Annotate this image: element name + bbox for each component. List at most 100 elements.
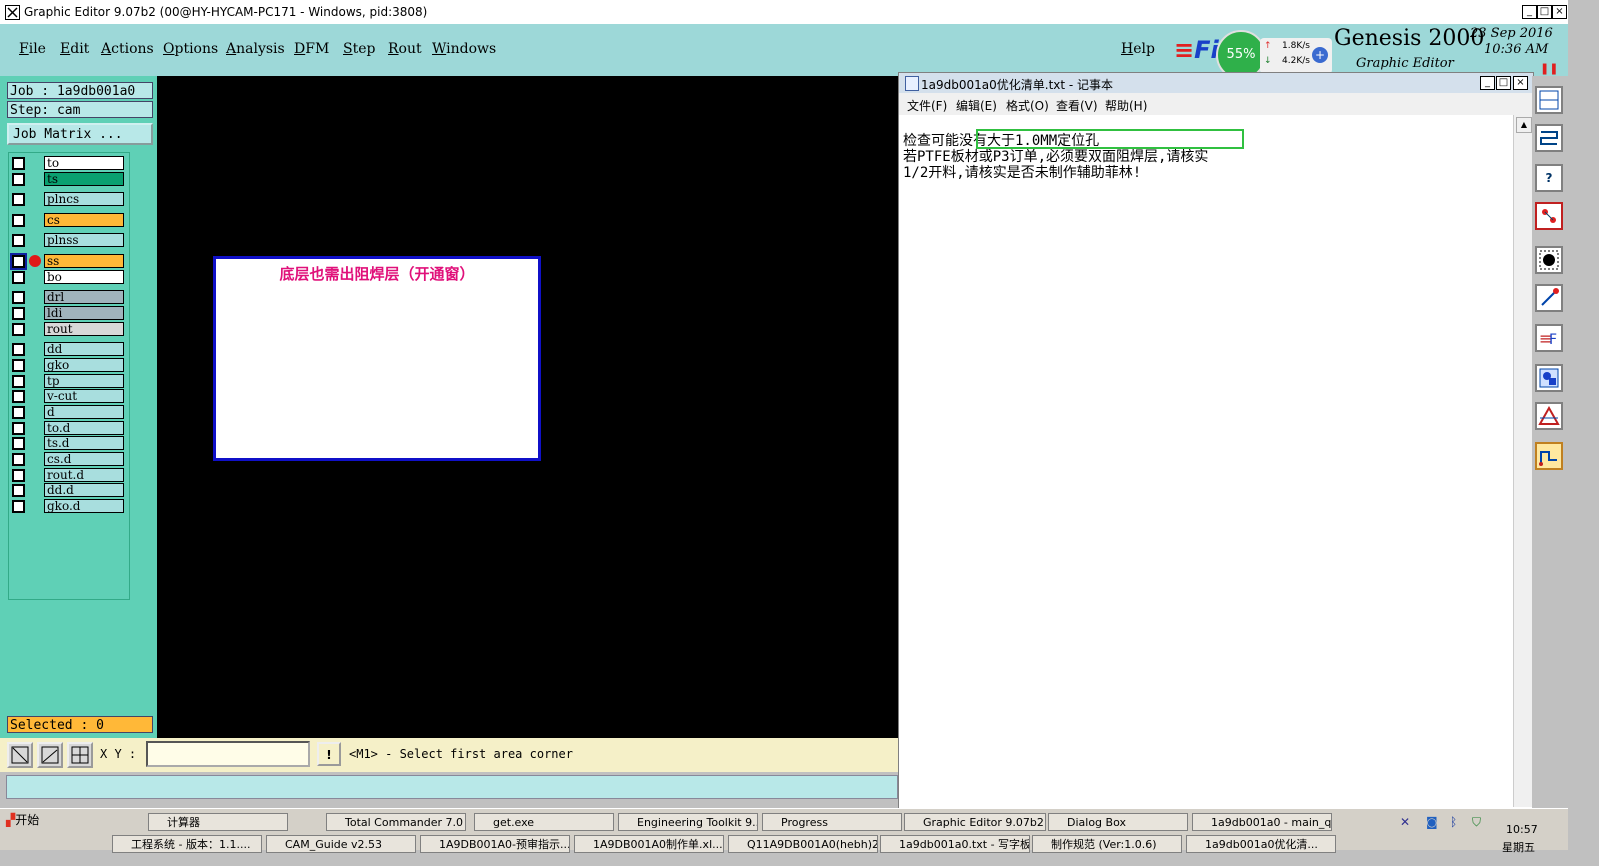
notepad-minimize-button[interactable]: _	[1480, 76, 1495, 90]
pad-icon[interactable]	[1535, 246, 1563, 274]
layout-icon[interactable]	[1535, 86, 1563, 114]
layer-row-gko[interactable]: gko	[12, 358, 125, 372]
layer-row-dd[interactable]: dd	[12, 342, 125, 356]
layer-row-rout-d[interactable]: rout.d	[12, 468, 125, 482]
layer-checkbox[interactable]	[12, 422, 25, 435]
taskbar-button[interactable]: 1A9DB001A0制作单.xl...	[574, 835, 724, 853]
layer-checkbox[interactable]	[12, 343, 25, 356]
layer-checkbox[interactable]	[12, 390, 25, 403]
menu-actions[interactable]: Actions	[101, 41, 154, 57]
notepad-menu-format[interactable]: 格式(O)	[1006, 97, 1049, 114]
layer-name[interactable]: plnss	[44, 233, 124, 247]
layer-name[interactable]: rout.d	[44, 468, 124, 482]
notepad-menu-file[interactable]: 文件(F)	[907, 97, 947, 114]
layer-name[interactable]: ts	[44, 172, 124, 186]
taskbar-button[interactable]: Total Commander 7.0 ...	[326, 813, 466, 831]
pause-icon[interactable]: ❚❚	[1540, 62, 1558, 75]
job-matrix-button[interactable]: Job Matrix ...	[7, 123, 153, 145]
layer-name[interactable]: plncs	[44, 192, 124, 206]
layer-checkbox[interactable]	[10, 253, 27, 270]
notepad-menu-edit[interactable]: 编辑(E)	[956, 97, 997, 114]
layer-name[interactable]: bo	[44, 270, 124, 284]
help-icon[interactable]: ?	[1535, 164, 1563, 192]
layer-row-to[interactable]: to	[12, 156, 125, 170]
layer-name[interactable]: tp	[44, 374, 124, 388]
layer-name[interactable]: to	[44, 156, 124, 170]
taskbar-button[interactable]: 计算器	[148, 813, 288, 831]
layer-checkbox[interactable]	[12, 214, 25, 227]
menu-edit[interactable]: Edit	[60, 41, 89, 57]
layer-row-ts[interactable]: ts	[12, 172, 125, 186]
layer-checkbox[interactable]	[12, 234, 25, 247]
taskbar-button[interactable]: 1A9DB001A0-预审指示...	[420, 835, 570, 853]
menu-options[interactable]: Options	[163, 41, 218, 57]
taskbar-button[interactable]: Progress	[762, 813, 902, 831]
tray-bluetooth-icon[interactable]: ᛒ	[1450, 815, 1457, 829]
measure-icon[interactable]	[37, 742, 63, 768]
taskbar-button[interactable]: Q11A9DB001A0(hebh)2...	[728, 835, 878, 853]
alert-button[interactable]: !	[317, 742, 341, 766]
layer-row-cs-d[interactable]: cs.d	[12, 452, 125, 466]
taskbar-button[interactable]: get.exe	[474, 813, 614, 831]
layer-checkbox[interactable]	[12, 359, 25, 372]
start-button[interactable]: ▞开始	[2, 811, 54, 829]
layer-row-bo[interactable]: bo	[12, 270, 125, 284]
layer-row-tp[interactable]: tp	[12, 374, 125, 388]
plus-icon[interactable]: +	[1312, 47, 1328, 63]
layer-checkbox[interactable]	[12, 453, 25, 466]
layer-row-cs[interactable]: cs	[12, 213, 125, 227]
notepad-text-area[interactable]: 检查可能没有大于1.0MM定位孔 若PTFE板材或P3订单,必须要双面阻焊层,请核…	[903, 117, 1208, 181]
layer-checkbox[interactable]	[12, 500, 25, 513]
menu-dfm[interactable]: DFM	[294, 41, 329, 57]
shapes-icon[interactable]	[1535, 364, 1563, 392]
taskbar-button[interactable]: 制作规范 (Ver:1.0.6)	[1032, 835, 1182, 853]
layer-checkbox[interactable]	[12, 291, 25, 304]
menu-file[interactable]: File	[19, 41, 46, 57]
layer-row-drl[interactable]: drl	[12, 290, 125, 304]
layer-name[interactable]: ts.d	[44, 436, 124, 450]
taskbar-button[interactable]: 1a9db001a0优化清...	[1186, 835, 1336, 853]
layer-checkbox[interactable]	[12, 469, 25, 482]
notepad-close-button[interactable]: ×	[1513, 76, 1528, 90]
layer-name[interactable]: cs.d	[44, 452, 124, 466]
layer-name[interactable]: drl	[44, 290, 124, 304]
zoom-window-icon[interactable]	[7, 742, 33, 768]
menu-windows[interactable]: Windows	[432, 41, 496, 57]
notepad-menu-help[interactable]: 帮助(H)	[1105, 97, 1147, 114]
taskbar-button[interactable]: Dialog Box	[1048, 813, 1188, 831]
connector-icon[interactable]	[1535, 202, 1563, 230]
layer-row-to-d[interactable]: to.d	[12, 421, 125, 435]
taskbar-button[interactable]: Engineering Toolkit 9....	[618, 813, 758, 831]
tray-close-icon[interactable]: ✕	[1400, 815, 1410, 829]
layer-name[interactable]: cs	[44, 213, 124, 227]
layer-row-plnss[interactable]: plnss	[12, 233, 125, 247]
line-draw-icon[interactable]	[1535, 284, 1563, 312]
layer-checkbox[interactable]	[12, 406, 25, 419]
triangle-icon[interactable]	[1535, 402, 1563, 430]
taskbar-button[interactable]: 工程系统 - 版本：1.1....	[112, 835, 262, 853]
notepad-maximize-button[interactable]: □	[1496, 76, 1511, 90]
layer-checkbox[interactable]	[12, 173, 25, 186]
tray-shield-icon[interactable]: ⛉	[1472, 815, 1481, 830]
layer-row-ldi[interactable]: ldi	[12, 306, 125, 320]
close-button[interactable]: ×	[1552, 5, 1567, 19]
notepad-menu-view[interactable]: 查看(V)	[1056, 97, 1098, 114]
layer-name[interactable]: rout	[44, 322, 124, 336]
layer-name[interactable]: v-cut	[44, 389, 124, 403]
layer-checkbox[interactable]	[12, 307, 25, 320]
minimize-button[interactable]: _	[1522, 5, 1537, 19]
taskbar-button[interactable]: Graphic Editor 9.07b2 ...	[904, 813, 1046, 831]
taskbar-button[interactable]: 1a9db001a0.txt - 写字板	[880, 835, 1030, 853]
taskbar-button[interactable]: CAM_Guide v2.53	[266, 835, 416, 853]
layer-row-rout[interactable]: rout	[12, 322, 125, 336]
layer-row-v-cut[interactable]: v-cut	[12, 389, 125, 403]
layer-name[interactable]: gko.d	[44, 499, 124, 513]
grid-icon[interactable]	[67, 742, 93, 768]
layer-row-plncs[interactable]: plncs	[12, 192, 125, 206]
maximize-button[interactable]: □	[1537, 5, 1552, 19]
layer-name[interactable]: ss	[44, 254, 124, 268]
layer-checkbox[interactable]	[12, 375, 25, 388]
layer-checkbox[interactable]	[12, 484, 25, 497]
dfm-icon[interactable]: ≡ F	[1535, 324, 1563, 352]
layer-checkbox[interactable]	[12, 271, 25, 284]
